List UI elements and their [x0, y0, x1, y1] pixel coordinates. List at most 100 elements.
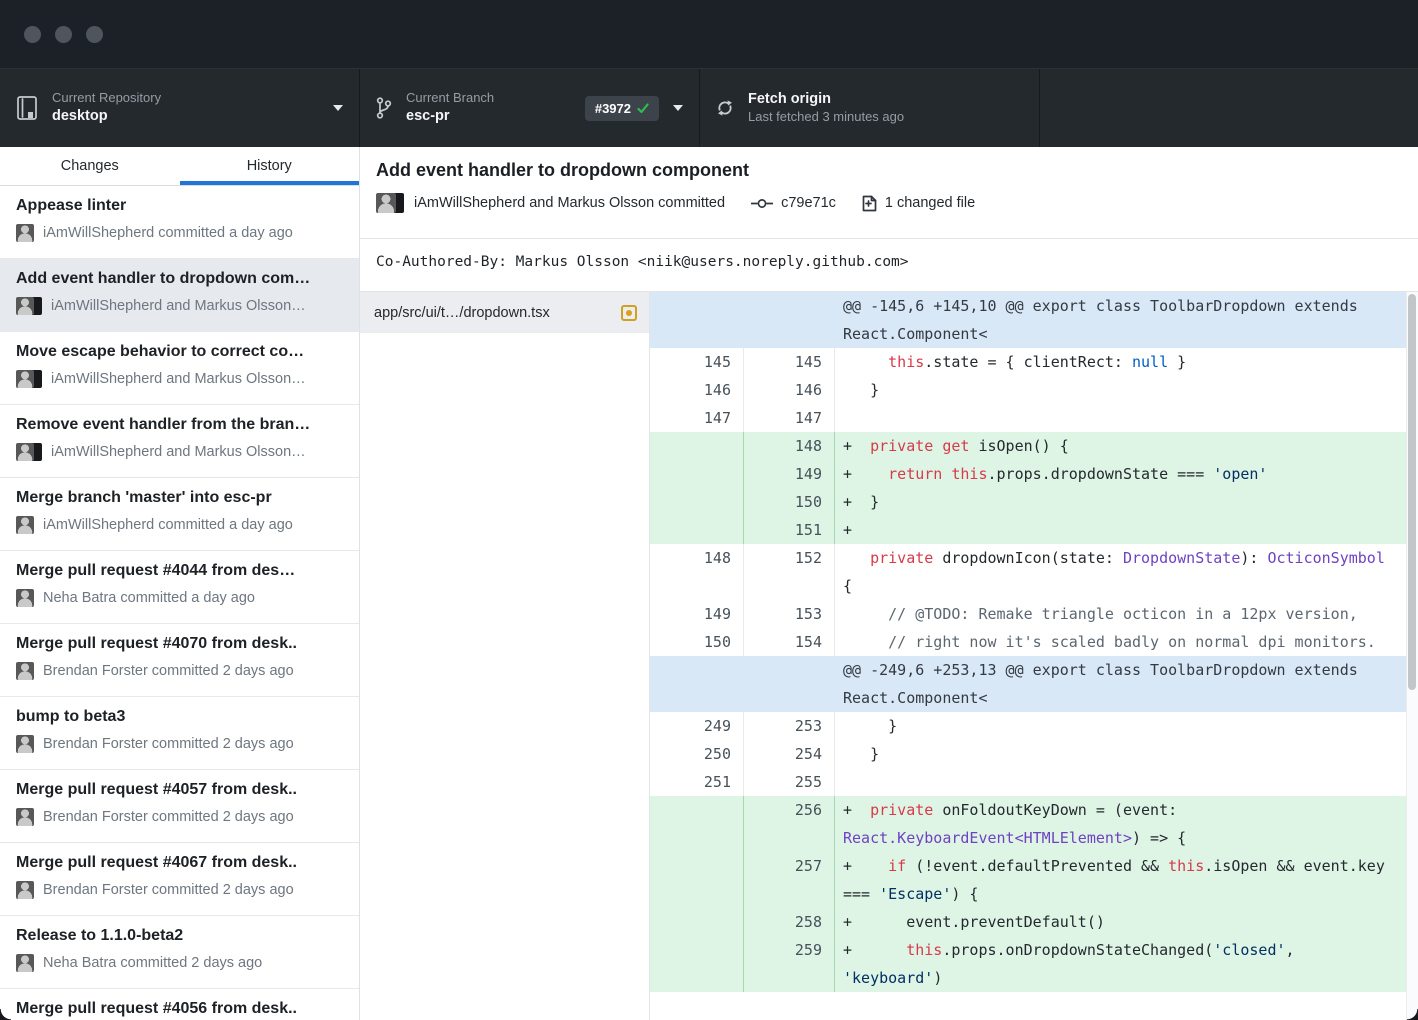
close-window-button[interactable] [24, 26, 41, 43]
diff-gutter-new: 147 [744, 404, 835, 432]
commit-list-item[interactable]: Move escape behavior to correct co…iAmWi… [0, 332, 359, 405]
diff-gutter-old [650, 796, 744, 852]
commit-list-item[interactable]: Merge pull request #4056 from desk.. [0, 989, 359, 1020]
chevron-down-icon [333, 105, 343, 111]
minimize-window-button[interactable] [55, 26, 72, 43]
diff-code-line: + event.preventDefault() [835, 908, 1418, 936]
sync-icon [716, 99, 734, 117]
avatar [16, 808, 34, 826]
commit-list-item[interactable]: Merge branch 'master' into esc-priAmWill… [0, 478, 359, 551]
fetch-origin-button[interactable]: Fetch origin Last fetched 3 minutes ago [700, 69, 1040, 147]
current-branch-button[interactable]: Current Branch esc-pr #3972 [360, 69, 700, 147]
commit-sha[interactable]: c79e71c [781, 195, 836, 211]
current-repository-button[interactable]: Current Repository desktop [0, 69, 360, 147]
diff-gutter-new: 146 [744, 376, 835, 404]
sidebar: Changes History Appease linteriAmWillShe… [0, 147, 360, 1020]
commit-description: Co-Authored-By: Markus Olsson <niik@user… [360, 238, 1418, 291]
commit-item-meta-text: Brendan Forster committed 2 days ago [43, 736, 294, 752]
diff-gutter-new [744, 656, 835, 712]
commit-item-meta-text: iAmWillShepherd and Markus Olsson… [51, 298, 306, 314]
diff-line-added: 258+ event.preventDefault() [650, 908, 1418, 936]
commit-list-item[interactable]: Appease linteriAmWillShepherd committed … [0, 186, 359, 259]
commit-item-meta-text: iAmWillShepherd committed a day ago [43, 225, 293, 241]
diff-code-line: @@ -145,6 +145,10 @@ export class Toolba… [835, 292, 1418, 348]
context-line-marker [843, 633, 852, 651]
commit-item-title: Remove event handler from the bran… [16, 416, 345, 434]
branch-label: Current Branch [406, 90, 494, 107]
commit-list-item[interactable]: Merge pull request #4070 from desk..Bren… [0, 624, 359, 697]
commit-list-item[interactable]: Merge pull request #4057 from desk..Bren… [0, 770, 359, 843]
commit-list-item[interactable]: Release to 1.1.0-beta2Neha Batra committ… [0, 916, 359, 989]
sidebar-tabs: Changes History [0, 147, 359, 186]
changed-files-list: app/src/ui/t…/dropdown.tsx [360, 292, 650, 1020]
commit-item-meta: iAmWillShepherd committed a day ago [16, 224, 345, 242]
scrollbar-thumb[interactable] [1408, 294, 1416, 690]
diff-code-line: } [835, 376, 1418, 404]
diff-gutter-new [744, 292, 835, 348]
diff-line-added: 150+ } [650, 488, 1418, 516]
commit-list-item[interactable]: bump to beta3Brendan Forster committed 2… [0, 697, 359, 770]
diff-code-line: + } [835, 488, 1418, 516]
diff-line-added: 151+ [650, 516, 1418, 544]
commit-item-meta-text: iAmWillShepherd and Markus Olsson… [51, 371, 306, 387]
tab-changes[interactable]: Changes [0, 147, 180, 185]
pr-number: #3972 [595, 101, 631, 116]
diff-line-context: 250254 } [650, 740, 1418, 768]
commit-item-meta: iAmWillShepherd and Markus Olsson… [16, 443, 345, 461]
changed-files-count: 1 changed file [885, 195, 975, 211]
diff-line-added: 259+ this.props.onDropdownStateChanged('… [650, 936, 1418, 992]
diff-viewer: @@ -145,6 +145,10 @@ export class Toolba… [650, 292, 1418, 1020]
tab-history[interactable]: History [180, 147, 360, 185]
commit-description-text: Co-Authored-By: Markus Olsson <niik@user… [376, 254, 1402, 270]
diff-gutter-new: 254 [744, 740, 835, 768]
diff-line-added: 257+ if (!event.defaultPrevented && this… [650, 852, 1418, 908]
diff-gutter-old: 146 [650, 376, 744, 404]
diff-code-line: + this.props.onDropdownStateChanged('clo… [835, 936, 1418, 992]
diff-gutter-old [650, 460, 744, 488]
diff-code-line: + [835, 516, 1418, 544]
commit-list-item[interactable]: Merge pull request #4044 from des…Neha B… [0, 551, 359, 624]
diff-line-context: 148152 private dropdownIcon(state: Dropd… [650, 544, 1418, 600]
check-icon [637, 103, 649, 114]
diff-gutter-new: 152 [744, 544, 835, 600]
context-line-marker [843, 409, 852, 427]
zoom-window-button[interactable] [86, 26, 103, 43]
context-line-marker [843, 773, 852, 791]
window-corner [0, 1009, 11, 1020]
diff-gutter-old [650, 908, 744, 936]
diff-code-line: // @TODO: Remake triangle octicon in a 1… [835, 600, 1418, 628]
diff-code-line [835, 768, 1418, 796]
diff-gutter-old [650, 656, 744, 712]
commit-item-meta: Brendan Forster committed 2 days ago [16, 662, 345, 680]
diff-scrollbar[interactable] [1406, 292, 1418, 1020]
diff-code-line: } [835, 740, 1418, 768]
diff-code-line: + if (!event.defaultPrevented && this.is… [835, 852, 1418, 908]
commit-list-item[interactable]: Add event handler to dropdown com…iAmWil… [0, 259, 359, 332]
diff-line-context: 149153 // @TODO: Remake triangle octicon… [650, 600, 1418, 628]
avatar [16, 224, 34, 242]
diff-code-line: + private get isOpen() { [835, 432, 1418, 460]
git-branch-icon [376, 96, 392, 120]
commit-list-item[interactable]: Remove event handler from the bran… iAmWi… [0, 405, 359, 478]
diff-line-added: 256+ private onFoldoutKeyDown = (event: … [650, 796, 1418, 852]
diff-gutter-old: 149 [650, 600, 744, 628]
avatar [16, 735, 34, 753]
file-item[interactable]: app/src/ui/t…/dropdown.tsx [360, 292, 649, 333]
commit-item-meta: iAmWillShepherd and Markus Olsson… [16, 370, 345, 388]
added-line-marker: + [843, 857, 852, 875]
commit-item-meta: Brendan Forster committed 2 days ago [16, 735, 345, 753]
diff-gutter-old: 250 [650, 740, 744, 768]
diff-code-line: // right now it's scaled badly on normal… [835, 628, 1418, 656]
context-line-marker [843, 605, 852, 623]
diff-gutter-new: 150 [744, 488, 835, 516]
commit-list-item[interactable]: Merge pull request #4067 from desk..Bren… [0, 843, 359, 916]
diff-line-context: 249253 } [650, 712, 1418, 740]
diff-gutter-old: 249 [650, 712, 744, 740]
diff-line-added: 149+ return this.props.dropdownState ===… [650, 460, 1418, 488]
context-line-marker [843, 549, 852, 567]
commit-item-meta: iAmWillShepherd committed a day ago [16, 516, 345, 534]
diff-gutter-old [650, 488, 744, 516]
diff-code-line [835, 404, 1418, 432]
diff-gutter-old [650, 516, 744, 544]
diff-gutter-old: 251 [650, 768, 744, 796]
